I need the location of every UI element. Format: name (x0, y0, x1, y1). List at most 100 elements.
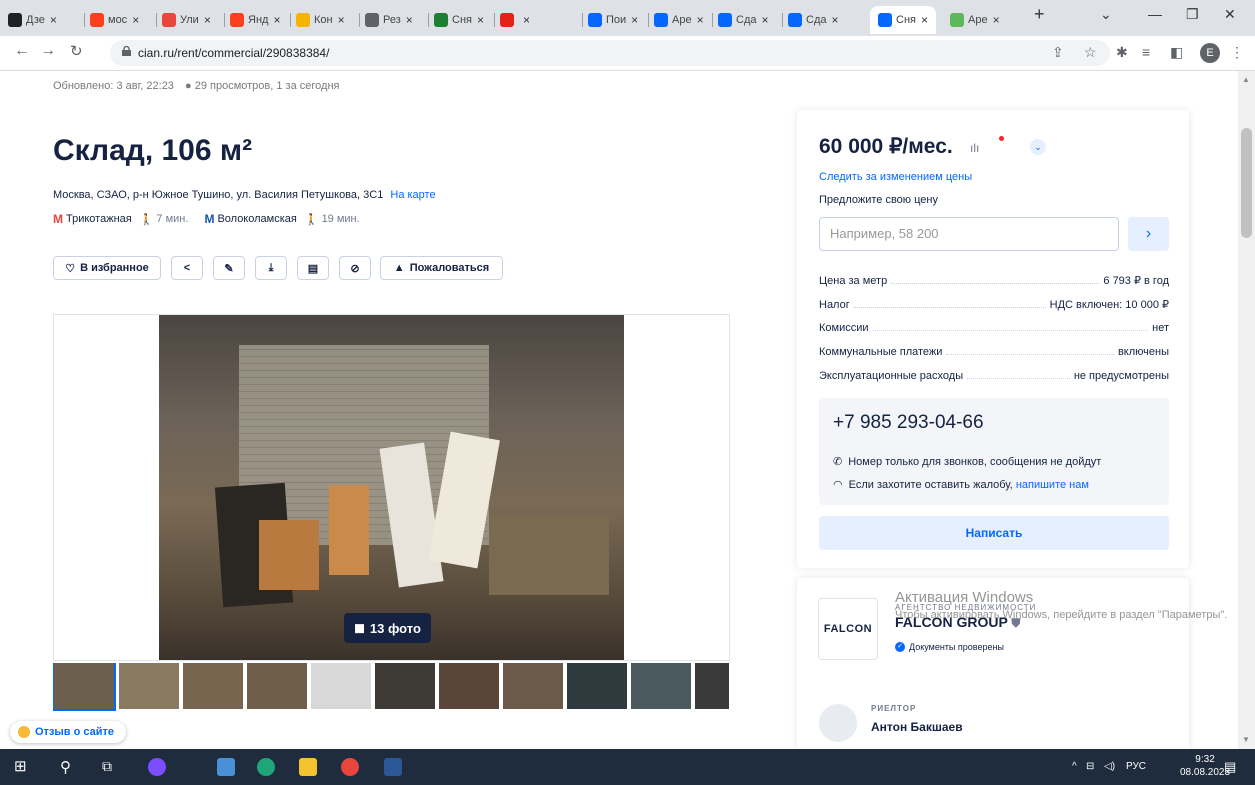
agency-logo[interactable]: FALCON (818, 598, 878, 660)
thumbnail[interactable] (183, 663, 243, 709)
thumbnail[interactable] (119, 663, 179, 709)
share-icon[interactable]: ⇪ (1052, 44, 1064, 61)
back-icon[interactable]: ← (14, 42, 30, 60)
tab-close-icon[interactable]: × (477, 13, 484, 27)
browser-tab[interactable]: Сда × (788, 6, 839, 34)
browser-tab[interactable]: Сня × (870, 6, 936, 34)
photo-count-button[interactable]: ◼ 13 фото (344, 613, 431, 643)
write-us-link[interactable]: напишите нам (1016, 479, 1089, 491)
file-explorer-icon[interactable] (299, 758, 317, 776)
site-feedback-button[interactable]: Отзыв о сайте (10, 721, 127, 743)
profile-avatar[interactable]: E (1200, 43, 1220, 63)
thumbnail[interactable] (439, 663, 499, 709)
thumbnail[interactable] (375, 663, 435, 709)
follow-price-link[interactable]: Следить за изменением цены (819, 171, 972, 183)
browser-tab[interactable]: Дзе × (8, 6, 57, 34)
tray-arrow-icon[interactable]: ^ (1072, 761, 1077, 772)
calculator-icon[interactable] (217, 758, 235, 776)
page-scrollbar[interactable]: ▲ ▼ (1238, 71, 1255, 749)
thumbnail[interactable] (631, 663, 691, 709)
new-tab-icon[interactable]: + (1034, 4, 1045, 25)
feedback-label: Отзыв о сайте (35, 726, 115, 738)
tab-close-icon[interactable]: × (993, 13, 1000, 27)
reading-list-icon[interactable]: ≡ (1142, 44, 1150, 60)
tab-close-icon[interactable]: × (631, 13, 638, 27)
scroll-thumb[interactable] (1241, 128, 1252, 238)
browser-tab[interactable]: Сда × (718, 6, 769, 34)
tab-close-icon[interactable]: × (697, 13, 704, 27)
map-link[interactable]: На карте (390, 189, 435, 201)
extensions-icon[interactable]: ✱ (1116, 44, 1128, 61)
hide-button[interactable]: ⊘ (339, 256, 371, 280)
tab-close-icon[interactable]: × (523, 13, 530, 27)
task-view-icon[interactable]: ⧉ (102, 758, 120, 776)
offer-price-input[interactable]: Например, 58 200 (819, 217, 1119, 251)
clock[interactable]: 9:32 08.08.2023 (1180, 753, 1230, 779)
tab-close-icon[interactable]: × (204, 13, 211, 27)
alice-icon[interactable] (148, 758, 166, 776)
phone-number[interactable]: +7 985 293-04-66 (833, 412, 984, 434)
volume-icon[interactable]: ◁) (1104, 761, 1115, 772)
browser-tab[interactable]: Янд × (230, 6, 280, 34)
language-indicator[interactable]: РУС (1126, 761, 1146, 772)
offer-submit-button[interactable]: › (1128, 217, 1169, 251)
word-icon[interactable] (384, 758, 402, 776)
network-icon[interactable]: ⊟ (1086, 761, 1094, 772)
thumbnail[interactable] (247, 663, 307, 709)
tab-close-icon[interactable]: × (921, 13, 928, 27)
browser-tab[interactable]: Кон × (296, 6, 345, 34)
tab-label: Сда (736, 14, 757, 26)
menu-kebab-icon[interactable]: ⋮ (1230, 44, 1244, 61)
print-button[interactable]: ▤ (297, 256, 329, 280)
main-photo[interactable] (159, 315, 624, 660)
window-close-icon[interactable]: ✕ (1224, 6, 1236, 23)
price-chart-icon[interactable]: ılı (970, 141, 979, 155)
browser-tab[interactable]: × (500, 6, 530, 34)
tab-close-icon[interactable]: × (831, 13, 838, 27)
tab-close-icon[interactable]: × (273, 13, 280, 27)
browser-tab[interactable]: Пои × (588, 6, 638, 34)
browser-tab[interactable]: Аре × (950, 6, 1000, 34)
photo-gallery[interactable]: ◼ 13 фото (53, 314, 730, 661)
side-panel-icon[interactable]: ◧ (1170, 44, 1183, 61)
thumbnail[interactable] (503, 663, 563, 709)
windows-start-icon[interactable]: ⊞ (14, 759, 30, 775)
scroll-up-arrow[interactable]: ▲ (1242, 75, 1250, 84)
minimize-icon[interactable]: — (1148, 6, 1162, 22)
thumbnail[interactable] (53, 663, 116, 711)
tab-close-icon[interactable]: × (50, 13, 57, 27)
scroll-down-arrow[interactable]: ▼ (1242, 735, 1250, 744)
realtor-name[interactable]: Антон Бакшаев (871, 720, 963, 734)
thumbnail[interactable] (567, 663, 627, 709)
write-message-button[interactable]: Написать (819, 516, 1169, 550)
maximize-icon[interactable]: ❐ (1186, 6, 1199, 23)
metro-station-name[interactable]: Трикотажная (66, 213, 132, 225)
download-button[interactable]: ⤓ (255, 256, 287, 280)
tab-search-icon[interactable]: ⌄ (1100, 6, 1112, 23)
thumbnail[interactable] (311, 663, 371, 709)
notifications-icon[interactable]: ▤ (1224, 759, 1236, 775)
chevron-down-icon[interactable]: ⌄ (1030, 139, 1046, 155)
address-bar[interactable]: cian.ru/rent/commercial/290838384/ (110, 40, 1110, 66)
chrome-icon[interactable] (341, 758, 359, 776)
browser-tab[interactable]: Аре × (654, 6, 704, 34)
report-button[interactable]: ▲ Пожаловаться (380, 256, 503, 280)
edge-icon[interactable] (257, 758, 275, 776)
search-icon[interactable]: ⚲ (60, 758, 78, 776)
reload-icon[interactable]: ↻ (70, 42, 83, 60)
forward-icon[interactable]: → (40, 42, 56, 60)
tab-close-icon[interactable]: × (338, 13, 345, 27)
browser-tab[interactable]: мос × (90, 6, 139, 34)
bookmark-star-icon[interactable]: ☆ (1084, 44, 1097, 61)
tab-close-icon[interactable]: × (132, 13, 139, 27)
browser-tab[interactable]: Ули × (162, 6, 211, 34)
browser-tab[interactable]: Рез × (365, 6, 413, 34)
favorite-button[interactable]: ♡ В избранное (53, 256, 161, 280)
metro-station-name[interactable]: Волоколамская (217, 213, 296, 225)
tab-close-icon[interactable]: × (761, 13, 768, 27)
share-button[interactable]: < (171, 256, 203, 280)
thumbnail[interactable] (695, 663, 729, 709)
tab-close-icon[interactable]: × (406, 13, 413, 27)
edit-note-button[interactable]: ✎ (213, 256, 245, 280)
browser-tab[interactable]: Сня × (434, 6, 484, 34)
